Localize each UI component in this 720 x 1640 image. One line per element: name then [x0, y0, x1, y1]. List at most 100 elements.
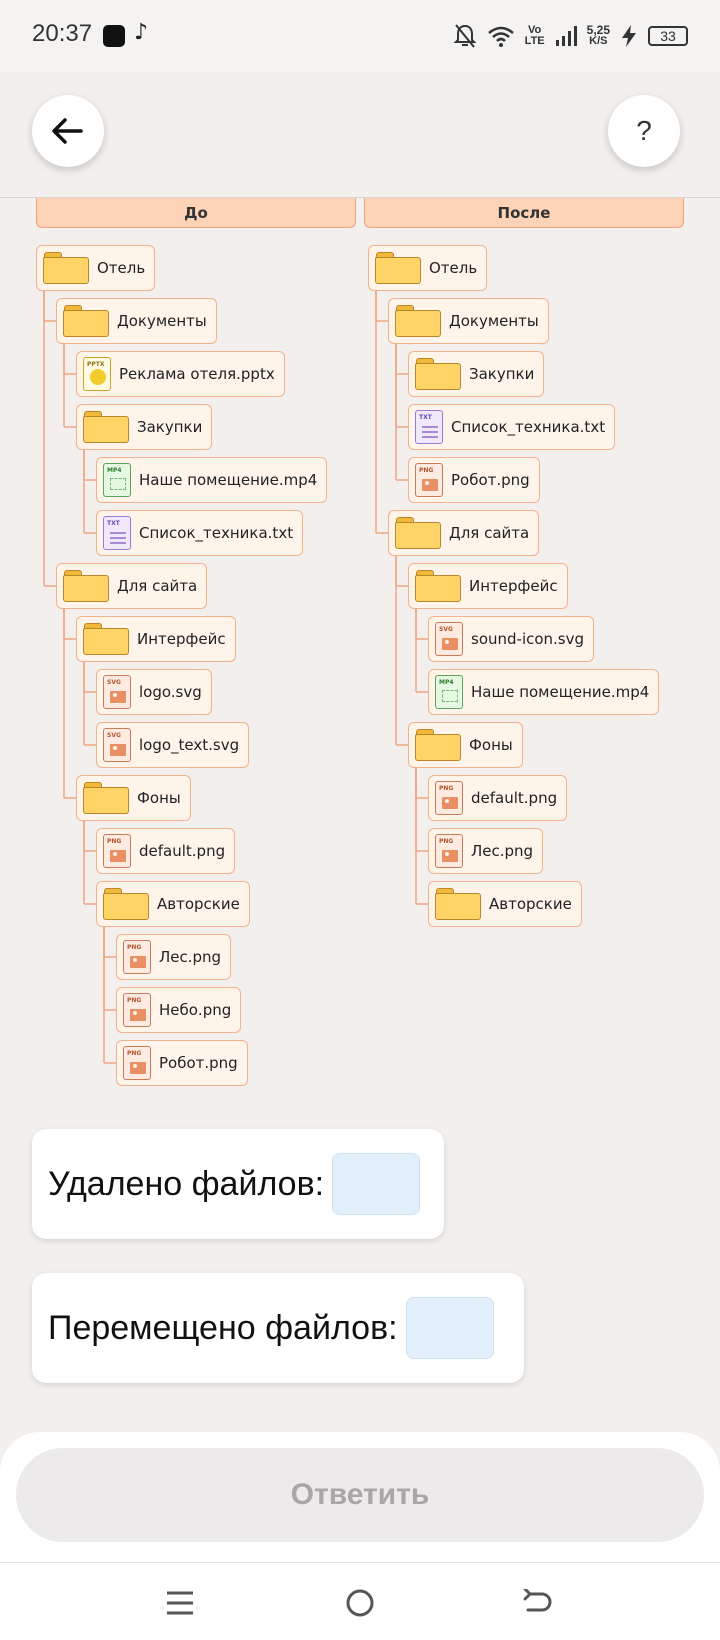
tree-folder-node: Закупки	[408, 351, 545, 397]
tree-node-label: Лес.png	[471, 842, 534, 860]
tree-folder-node: Фоны	[76, 775, 191, 821]
bottom-sheet: Ответить	[0, 1432, 720, 1562]
folder-icon	[83, 411, 129, 443]
tree-file-node: SVG logo.svg	[96, 669, 212, 715]
tree-node-label: logo.svg	[139, 683, 202, 701]
help-label: ?	[636, 115, 652, 146]
image-file-icon: SVG	[103, 675, 131, 709]
battery-icon: 33	[648, 26, 688, 46]
tree-node-label: Отель	[97, 259, 146, 277]
clock: 20:37	[32, 20, 93, 47]
tree-node-label: Фоны	[469, 736, 513, 754]
tree-node-label: Документы	[449, 312, 539, 330]
tree-file-node: PNG Небо.png	[116, 987, 242, 1033]
tree-file-node: PNG Робот.png	[408, 457, 540, 503]
tree-folder-node: Фоны	[408, 722, 523, 768]
tree-file-node: PNG Лес.png	[116, 934, 232, 980]
tiktok-icon: ♪	[134, 20, 149, 45]
system-nav-bar	[0, 1562, 720, 1640]
tree-folder-node: Авторские	[96, 881, 250, 927]
image-file-icon: PNG	[123, 940, 151, 974]
mute-icon	[453, 24, 477, 48]
tree-file-node: PNG Лес.png	[428, 828, 544, 874]
header: ?	[0, 72, 720, 198]
app-square-icon	[103, 25, 125, 47]
image-file-icon: PNG	[103, 834, 131, 868]
tree-folder-node: Авторские	[428, 881, 582, 927]
tree-file-node: MP4 Наше помещение.mp4	[428, 669, 660, 715]
tree-node-label: default.png	[139, 842, 226, 860]
tree-node-label: Документы	[117, 312, 207, 330]
folder-icon	[415, 570, 461, 602]
signal-icon	[555, 26, 577, 46]
answer-button[interactable]: Ответить	[16, 1448, 704, 1542]
tree-node-label: default.png	[471, 789, 558, 807]
net-speed: 5,25 K/S	[586, 23, 610, 47]
column-after: После	[364, 198, 684, 228]
tree-file-node: PPTX Реклама отеля.pptx	[76, 351, 285, 397]
back-button[interactable]	[32, 95, 104, 167]
status-bar: 20:37 ♪ Vo LTE 5,25 K/S 33	[0, 0, 720, 72]
tree-file-node: SVG sound-icon.svg	[428, 616, 595, 662]
tree-node-label: Интерфейс	[137, 630, 226, 648]
moved-files-card: Перемещено файлов:	[32, 1273, 524, 1383]
tree-node-label: sound-icon.svg	[471, 630, 585, 648]
tree-node-label: Закупки	[137, 418, 203, 436]
folder-icon	[395, 517, 441, 549]
tree-folder-node: Отель	[368, 245, 488, 291]
tree-node-label: Лес.png	[159, 948, 222, 966]
tree-folder-node: Для сайта	[388, 510, 540, 556]
tree-node-label: Список_техника.txt	[139, 524, 294, 542]
folder-icon	[63, 570, 109, 602]
folder-icon	[415, 358, 461, 390]
tree-node-label: Для сайта	[117, 577, 198, 595]
status-icons: Vo LTE 5,25 K/S 33	[453, 18, 688, 54]
folder-icon	[43, 252, 89, 284]
image-file-icon: SVG	[103, 728, 131, 762]
moved-files-label: Перемещено файлов:	[48, 1308, 398, 1347]
arrow-left-icon	[52, 118, 83, 144]
tree-node-label: Небо.png	[159, 1001, 232, 1019]
tree-file-node: TXT Список_техника.txt	[408, 404, 616, 450]
deleted-files-label: Удалено файлов:	[48, 1164, 325, 1203]
image-file-icon: SVG	[435, 622, 463, 656]
folder-icon	[395, 305, 441, 337]
tree-folder-node: Для сайта	[56, 563, 208, 609]
tree-node-label: Для сайта	[449, 524, 530, 542]
tree-file-node: TXT Список_техника.txt	[96, 510, 304, 556]
help-button[interactable]: ?	[608, 95, 680, 167]
menu-icon[interactable]	[150, 1575, 210, 1631]
charging-icon	[622, 25, 636, 47]
tree-folder-node: Документы	[56, 298, 217, 344]
folder-icon	[103, 888, 149, 920]
deleted-files-card: Удалено файлов:	[32, 1129, 444, 1239]
tree-file-node: SVG logo_text.svg	[96, 722, 250, 768]
tree-file-node: PNG default.png	[428, 775, 568, 821]
text-file-icon: TXT	[103, 516, 131, 550]
tree-node-label: Закупки	[469, 365, 535, 383]
column-before: До	[36, 198, 356, 228]
moved-files-input[interactable]	[405, 1297, 494, 1359]
tree-folder-node: Интерфейс	[408, 563, 568, 609]
tree-node-label: Список_техника.txt	[451, 418, 606, 436]
image-file-icon: PNG	[415, 463, 443, 497]
image-file-icon: PNG	[123, 993, 151, 1027]
folder-icon	[375, 252, 421, 284]
folder-icon	[435, 888, 481, 920]
video-file-icon: MP4	[435, 675, 463, 709]
text-file-icon: TXT	[415, 410, 443, 444]
tree-file-node: PNG default.png	[96, 828, 236, 874]
presentation-file-icon: PPTX	[83, 357, 111, 391]
tree-node-label: Робот.png	[159, 1054, 238, 1072]
back-icon[interactable]	[508, 1575, 568, 1631]
tree-folder-node: Документы	[388, 298, 549, 344]
deleted-files-input[interactable]	[332, 1153, 421, 1215]
folder-icon	[83, 623, 129, 655]
tree-node-label: Реклама отеля.pptx	[119, 365, 275, 383]
home-icon[interactable]	[330, 1575, 390, 1631]
wifi-icon	[487, 26, 514, 47]
tree-node-label: Наше помещение.mp4	[139, 471, 318, 489]
folder-icon	[63, 305, 109, 337]
tree-node-label: Фоны	[137, 789, 181, 807]
tree-folder-node: Отель	[36, 245, 156, 291]
